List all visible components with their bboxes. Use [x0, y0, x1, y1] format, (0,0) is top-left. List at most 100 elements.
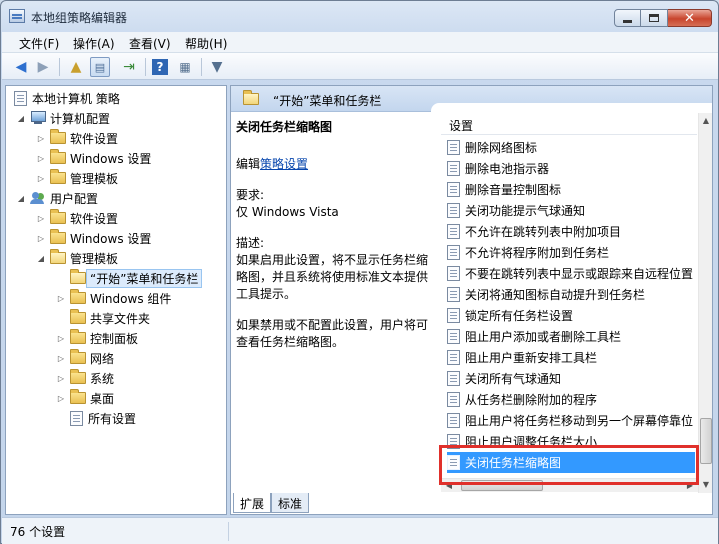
- tree-item-computer-windows[interactable]: ▷ Windows 设置: [36, 148, 151, 168]
- scroll-right-icon[interactable]: ▶: [683, 479, 697, 492]
- properties-icon[interactable]: ▦: [175, 57, 195, 77]
- tree-item-user-admin[interactable]: ◢ 管理模板: [36, 248, 118, 268]
- setting-row[interactable]: 锁定所有任务栏设置: [447, 305, 695, 326]
- folder-icon: [70, 369, 86, 384]
- up-folder-icon[interactable]: ▲: [66, 57, 86, 77]
- scroll-left-icon[interactable]: ◀: [442, 479, 456, 492]
- setting-icon: [447, 413, 460, 428]
- title-bar[interactable]: 本地组策略编辑器 ✕: [1, 1, 718, 31]
- setting-row[interactable]: 删除电池指示器: [447, 158, 695, 179]
- tree-item-user-config[interactable]: ◢ 用户配置: [16, 188, 98, 208]
- description-label: 描述:: [236, 236, 265, 250]
- tab-extended[interactable]: 扩展: [233, 493, 272, 513]
- collapse-icon[interactable]: ◢: [36, 254, 46, 263]
- setting-label: 阻止用户添加或者删除工具栏: [465, 330, 622, 344]
- setting-row[interactable]: 关闭所有气球通知: [447, 368, 695, 389]
- tree-label: 管理模板: [70, 171, 119, 186]
- tree-item-computer-software[interactable]: ▷ 软件设置: [36, 128, 118, 148]
- setting-row-selected[interactable]: 关闭任务栏缩略图: [447, 452, 695, 473]
- setting-row[interactable]: 阻止用户将任务栏移动到另一个屏幕停靠位: [447, 410, 695, 431]
- tree-item-network[interactable]: ▷ 网络: [56, 348, 114, 368]
- expand-icon[interactable]: ▷: [36, 174, 46, 183]
- collapse-icon[interactable]: ◢: [16, 114, 26, 123]
- expand-icon[interactable]: ▷: [36, 234, 46, 243]
- scroll-down-icon[interactable]: ▼: [700, 478, 712, 492]
- setting-row[interactable]: 阻止用户添加或者删除工具栏: [447, 326, 695, 347]
- tree-label: 计算机配置: [50, 111, 111, 126]
- tree-item-desktop[interactable]: ▷ 桌面: [56, 388, 114, 408]
- tree-item-start-menu[interactable]: “开始”菜单和任务栏: [56, 268, 203, 288]
- close-icon: ✕: [684, 10, 695, 26]
- filter-icon[interactable]: ▼: [207, 57, 227, 77]
- tree-label: 管理模板: [70, 251, 119, 266]
- setting-row[interactable]: 删除音量控制图标: [447, 179, 695, 200]
- tree-item-system[interactable]: ▷ 系统: [56, 368, 114, 388]
- setting-label: 不允许将程序附加到任务栏: [465, 246, 610, 260]
- list-column-header[interactable]: 设置: [441, 113, 697, 135]
- tree-item-root[interactable]: 本地计算机 策略: [14, 88, 120, 108]
- menu-file[interactable]: 文件(F): [19, 35, 59, 52]
- tree-item-computer-config[interactable]: ◢ 计算机配置: [16, 108, 110, 128]
- minimize-button[interactable]: [614, 9, 641, 27]
- policy-settings-link[interactable]: 策略设置: [260, 157, 308, 171]
- setting-row[interactable]: 阻止用户重新安排工具栏: [447, 347, 695, 368]
- menu-help[interactable]: 帮助(H): [185, 35, 227, 52]
- users-icon: [30, 191, 46, 205]
- column-header-label: 设置: [449, 119, 474, 133]
- menu-view[interactable]: 查看(V): [129, 35, 171, 52]
- setting-row[interactable]: 删除网络图标: [447, 137, 695, 158]
- expand-icon[interactable]: ▷: [56, 294, 66, 303]
- tree-item-windows-components[interactable]: ▷ Windows 组件: [56, 288, 171, 308]
- collapse-icon[interactable]: ◢: [16, 194, 26, 203]
- folder-icon: [50, 149, 66, 164]
- horizontal-scroll-thumb[interactable]: [461, 480, 543, 491]
- toolbar-separator: [201, 58, 202, 76]
- expand-icon[interactable]: ▷: [36, 214, 46, 223]
- setting-row[interactable]: 不允许将程序附加到任务栏: [447, 242, 695, 263]
- setting-icon: [447, 140, 460, 155]
- forward-icon[interactable]: ▶: [33, 57, 53, 77]
- close-button[interactable]: ✕: [668, 9, 712, 27]
- vertical-scroll-thumb[interactable]: [700, 418, 712, 464]
- expand-icon[interactable]: ▷: [56, 394, 66, 403]
- tree-label: 软件设置: [70, 211, 119, 226]
- setting-row[interactable]: 不允许在跳转列表中附加项目: [447, 221, 695, 242]
- help-icon[interactable]: ?: [152, 59, 168, 75]
- setting-row[interactable]: 从任务栏删除附加的程序: [447, 389, 695, 410]
- tree-item-computer-admin[interactable]: ▷ 管理模板: [36, 168, 118, 188]
- maximize-button[interactable]: [641, 9, 668, 27]
- description-panel: 关闭任务栏缩略图 编辑策略设置 要求: 仅 Windows Vista 描述: …: [231, 113, 439, 493]
- tree-item-shared-folders[interactable]: 共享文件夹: [56, 308, 150, 328]
- expand-icon[interactable]: ▷: [56, 374, 66, 383]
- tree-item-user-windows[interactable]: ▷ Windows 设置: [36, 228, 151, 248]
- tree-label: 桌面: [90, 391, 115, 406]
- folder-icon: [70, 289, 86, 304]
- vertical-scrollbar[interactable]: ▲ ▼: [698, 113, 712, 493]
- export-icon[interactable]: ⇥: [119, 57, 139, 77]
- toolbar: ◀ ▶ ▲ ▤ ⇥ ? ▦ ▼: [2, 53, 718, 80]
- horizontal-scrollbar[interactable]: ◀ ▶: [441, 478, 698, 492]
- tree-item-all-settings[interactable]: 所有设置: [56, 408, 136, 428]
- status-text: 76 个设置: [10, 525, 66, 539]
- toolbar-separator: [59, 58, 60, 76]
- setting-row[interactable]: 阻止用户调整任务栏大小: [447, 431, 695, 452]
- tree-label: 所有设置: [88, 411, 137, 426]
- setting-row[interactable]: 关闭将通知图标自动提升到任务栏: [447, 284, 695, 305]
- tree-item-user-software[interactable]: ▷ 软件设置: [36, 208, 118, 228]
- expand-icon[interactable]: ▷: [36, 154, 46, 163]
- tree-label: Windows 设置: [70, 231, 152, 246]
- setting-icon: [447, 455, 460, 470]
- tab-standard[interactable]: 标准: [271, 493, 310, 513]
- tree-item-control-panel[interactable]: ▷ 控制面板: [56, 328, 138, 348]
- show-tree-icon[interactable]: ▤: [90, 57, 110, 77]
- back-icon[interactable]: ◀: [11, 57, 31, 77]
- scroll-up-icon[interactable]: ▲: [700, 114, 712, 128]
- expand-icon[interactable]: ▷: [56, 354, 66, 363]
- setting-row[interactable]: 关闭功能提示气球通知: [447, 200, 695, 221]
- toolbar-separator: [145, 58, 146, 76]
- setting-label: 不要在跳转列表中显示或跟踪来自远程位置: [465, 267, 694, 281]
- expand-icon[interactable]: ▷: [36, 134, 46, 143]
- setting-row[interactable]: 不要在跳转列表中显示或跟踪来自远程位置: [447, 263, 695, 284]
- expand-icon[interactable]: ▷: [56, 334, 66, 343]
- menu-action[interactable]: 操作(A): [73, 35, 115, 52]
